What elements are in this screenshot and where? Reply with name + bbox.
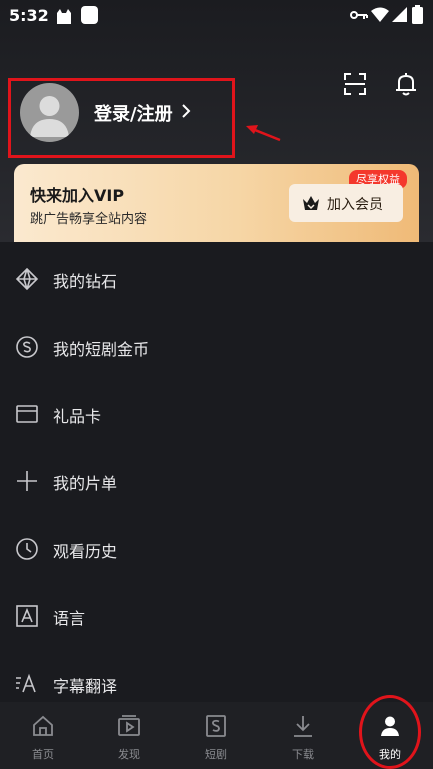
menu-item-diamonds[interactable]: 我的钻石: [0, 250, 433, 310]
vip-title: 快来加入VIP: [30, 186, 125, 205]
download-icon: [294, 716, 312, 737]
menu-item-label: 我的短剧金币: [53, 340, 150, 359]
menu-item-label: 观看历史: [53, 542, 118, 561]
coin-icon: [16, 336, 38, 358]
annotation-arrow-icon: [246, 125, 281, 142]
gift-card-icon: [16, 405, 38, 423]
home-icon: [33, 715, 53, 736]
menu-item-label: 字幕翻译: [53, 677, 118, 696]
clock-icon: [16, 538, 38, 560]
crown-icon: [303, 196, 319, 210]
menu-item-label: 我的钻石: [53, 272, 118, 291]
login-highlight-box: [8, 78, 235, 158]
menu-item-gift-card[interactable]: 礼品卡: [0, 385, 433, 445]
wifi-icon: [371, 7, 389, 22]
nav-home[interactable]: 首页: [0, 702, 86, 769]
bell-icon[interactable]: [394, 71, 418, 97]
menu-item-label: 语言: [53, 609, 86, 628]
menu-list: 我的钻石 我的短剧金币 礼品卡 我的片单 观看历史 语言 字幕翻译: [0, 242, 433, 702]
profile-highlight-circle: [359, 695, 421, 769]
nav-discover[interactable]: 发现: [86, 702, 172, 769]
diamond-icon: [15, 267, 39, 291]
menu-item-label: 我的片单: [53, 474, 118, 493]
status-bar: 5:32: [0, 0, 433, 32]
menu-item-language[interactable]: 语言: [0, 587, 433, 647]
app-notification-icon: [81, 6, 98, 24]
menu-item-history[interactable]: 观看历史: [0, 520, 433, 580]
nav-label: 下载: [292, 748, 314, 761]
nav-label: 发现: [118, 748, 140, 761]
scan-icon[interactable]: [343, 72, 367, 96]
subtitle-icon: [16, 673, 36, 693]
nav-short-drama[interactable]: 短剧: [173, 702, 259, 769]
cat-app-icon: [57, 9, 71, 24]
menu-item-drama-coins[interactable]: 我的短剧金币: [0, 318, 433, 378]
join-vip-button[interactable]: 加入会员: [289, 184, 403, 222]
nav-label: 短剧: [205, 748, 227, 761]
plus-icon: [17, 471, 37, 491]
battery-icon: [412, 5, 423, 24]
vip-banner[interactable]: 快来加入VIP 跳广告畅享全站内容 尽享权益 加入会员: [14, 164, 419, 246]
discover-icon: [118, 715, 140, 736]
vip-subtitle: 跳广告畅享全站内容: [30, 212, 148, 227]
nav-download[interactable]: 下载: [260, 702, 346, 769]
menu-item-playlist[interactable]: 我的片单: [0, 452, 433, 512]
join-vip-label: 加入会员: [327, 197, 383, 213]
short-drama-icon: [206, 715, 226, 737]
key-icon: [350, 11, 368, 19]
status-time: 5:32: [9, 6, 49, 25]
nav-label: 首页: [32, 748, 54, 761]
signal-icon: [392, 7, 407, 22]
language-icon: [16, 605, 38, 627]
menu-item-label: 礼品卡: [53, 407, 102, 426]
